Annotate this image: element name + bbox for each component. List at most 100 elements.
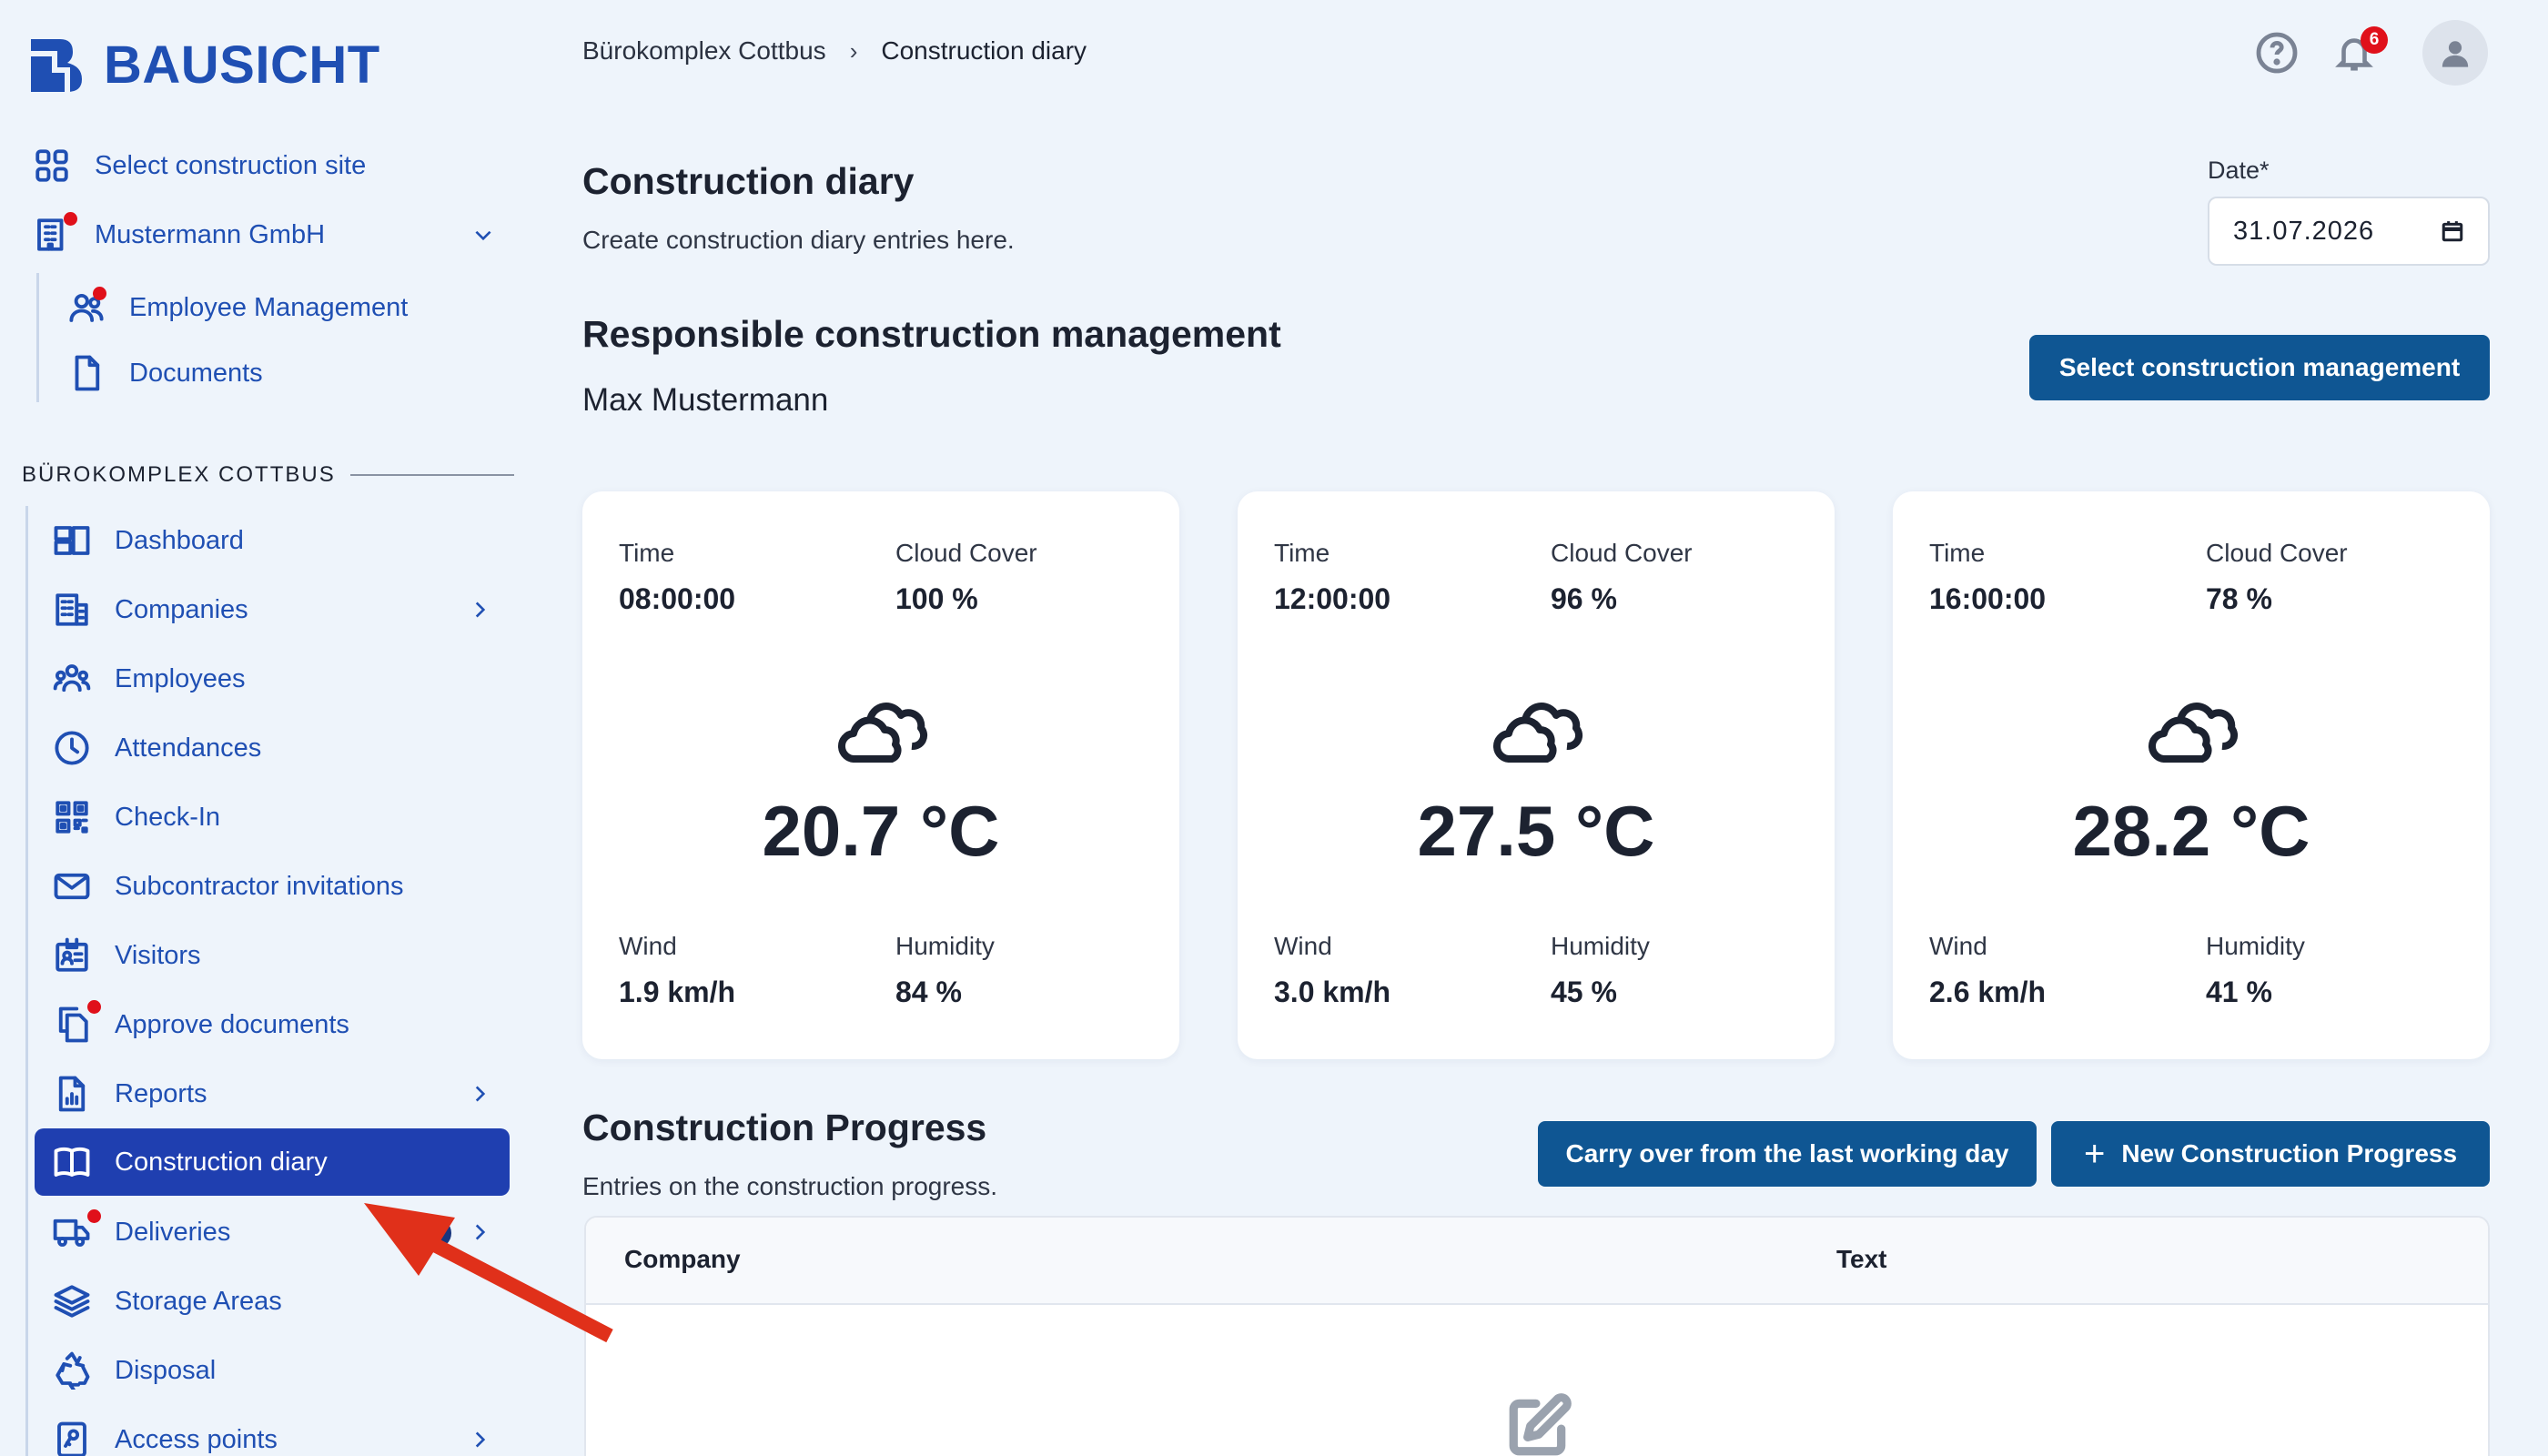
chevron-right-icon[interactable] (468, 1428, 491, 1451)
column-header-text: Text (1836, 1245, 1887, 1273)
brand-name: BAUSICHT (104, 35, 380, 95)
wind-label: Wind (1929, 932, 1987, 960)
tree-line (25, 506, 28, 1456)
dashboard-icon (51, 520, 93, 561)
sidebar-item-label: Storage Areas (115, 1286, 282, 1316)
sidebar-item-label: Visitors (115, 940, 201, 970)
sidebar-item-label: Attendances (115, 733, 262, 763)
notification-count-badge: 6 (2361, 26, 2388, 54)
edit-icon (1505, 1392, 1572, 1456)
header-actions: 6 (2255, 20, 2488, 86)
temperature: 20.7 °C (762, 791, 1000, 871)
book-icon (51, 1141, 93, 1183)
chevron-down-icon[interactable] (471, 223, 495, 247)
grid-icon (31, 145, 73, 187)
sidebar-item-label: Documents (129, 358, 263, 388)
sidebar-item-employees[interactable]: Employees (51, 646, 491, 712)
date-input[interactable]: 31.07.2026 (2208, 197, 2490, 266)
date-label: Date* (2208, 157, 2270, 184)
cloud-cover-value: 100 % (895, 582, 978, 615)
sidebar-item-label: Reports (115, 1078, 207, 1108)
avatar[interactable] (2422, 20, 2488, 86)
progress-table: Company Text (584, 1216, 2490, 1456)
employees-icon (51, 658, 93, 700)
mail-icon (51, 865, 93, 907)
notification-dot (93, 287, 106, 300)
date-value: 31.07.2026 (2233, 216, 2375, 246)
new-progress-label: New Construction Progress (2121, 1139, 2458, 1168)
sidebar-item-label: Check-In (115, 802, 221, 832)
annotation-arrow (364, 1203, 613, 1343)
sidebar-item-attendances[interactable]: Attendances (51, 715, 491, 781)
sidebar-item-company[interactable]: Mustermann GmbH (31, 202, 495, 268)
sidebar-item-subcontractor-invitations[interactable]: Subcontractor invitations (51, 854, 491, 919)
breadcrumb: Bürokomplex Cottbus › Construction diary (582, 36, 1087, 66)
sidebar-item-documents[interactable]: Documents (66, 340, 448, 406)
sidebar-item-label: Approve documents (115, 1009, 349, 1039)
humidity-value: 41 % (2206, 976, 2272, 1008)
progress-title: Construction Progress (582, 1107, 987, 1148)
document-icon (66, 352, 107, 394)
cloud-cover-label: Cloud Cover (2206, 539, 2348, 567)
management-name: Max Mustermann (582, 382, 829, 418)
chevron-right-icon[interactable] (468, 1082, 491, 1106)
help-icon[interactable] (2255, 31, 2299, 75)
notification-dot (87, 1209, 101, 1223)
cloud-cover-label: Cloud Cover (895, 539, 1037, 567)
wind-label: Wind (1274, 932, 1332, 960)
select-management-button[interactable]: Select construction management (2029, 335, 2490, 400)
sidebar-item-access-points[interactable]: Access points (51, 1407, 491, 1456)
breadcrumb-site[interactable]: Bürokomplex Cottbus (582, 36, 826, 66)
breadcrumb-separator-icon: › (849, 36, 858, 65)
new-progress-button[interactable]: + New Construction Progress (2051, 1121, 2490, 1187)
visitor-badge-icon (51, 935, 93, 976)
breadcrumb-current: Construction diary (881, 36, 1087, 65)
wind-label: Wind (619, 932, 677, 960)
weather-card: Time Cloud Cover 08:00:00 100 % 20.7 °C … (582, 491, 1179, 1059)
sidebar-item-reports[interactable]: Reports (51, 1061, 491, 1127)
chevron-right-icon[interactable] (468, 598, 491, 622)
humidity-value: 84 % (895, 976, 962, 1008)
temperature: 28.2 °C (2072, 791, 2310, 871)
wind-value: 1.9 km/h (619, 976, 736, 1008)
notifications-button[interactable]: 6 (2333, 26, 2388, 74)
qr-code-icon (51, 796, 93, 838)
wind-value: 2.6 km/h (1929, 976, 2047, 1008)
sidebar-item-label: Employee Management (129, 292, 409, 322)
logo[interactable]: BAUSICHT (27, 35, 380, 96)
cloud-icon (837, 699, 928, 763)
truck-icon (51, 1209, 101, 1253)
notification-dot (87, 1000, 101, 1014)
sidebar-item-select-site[interactable]: Select construction site (31, 133, 504, 198)
section-heading: BÜROKOMPLEX COTTBUS (22, 462, 514, 488)
sidebar-item-companies[interactable]: Companies (51, 577, 491, 642)
sidebar-item-label: Access points (115, 1424, 278, 1454)
humidity-value: 45 % (1551, 976, 1617, 1008)
layers-icon (51, 1280, 93, 1322)
column-header-company: Company (624, 1245, 741, 1273)
user-icon (2442, 41, 2469, 67)
progress-subtitle: Entries on the construction progress. (582, 1172, 998, 1200)
sidebar-item-dashboard[interactable]: Dashboard (51, 508, 491, 573)
sidebar-item-label: Employees (115, 663, 246, 693)
sidebar-item-approve-documents[interactable]: Approve documents (51, 992, 491, 1057)
calendar-icon[interactable] (2441, 219, 2464, 243)
time-label: Time (619, 539, 675, 567)
time-label: Time (1274, 539, 1330, 567)
time-value: 12:00:00 (1274, 582, 1391, 615)
humidity-label: Humidity (1551, 932, 1650, 960)
time-value: 16:00:00 (1929, 582, 2047, 615)
sidebar-item-visitors[interactable]: Visitors (51, 923, 491, 988)
cloud-cover-value: 78 % (2206, 582, 2272, 615)
sidebar-item-label: Deliveries (115, 1217, 231, 1247)
cloud-cover-value: 96 % (1551, 582, 1617, 615)
sidebar-item-check-in[interactable]: Check-In (51, 784, 491, 850)
cloud-cover-label: Cloud Cover (1551, 539, 1693, 567)
logo-icon (31, 38, 82, 92)
sidebar-item-label: Mustermann GmbH (95, 219, 326, 249)
page-title: Construction diary (582, 160, 915, 202)
sidebar-item-employee-management[interactable]: Employee Management (66, 275, 448, 340)
humidity-label: Humidity (895, 932, 995, 960)
section-divider (349, 474, 514, 476)
carry-over-button[interactable]: Carry over from the last working day (1538, 1121, 2037, 1187)
